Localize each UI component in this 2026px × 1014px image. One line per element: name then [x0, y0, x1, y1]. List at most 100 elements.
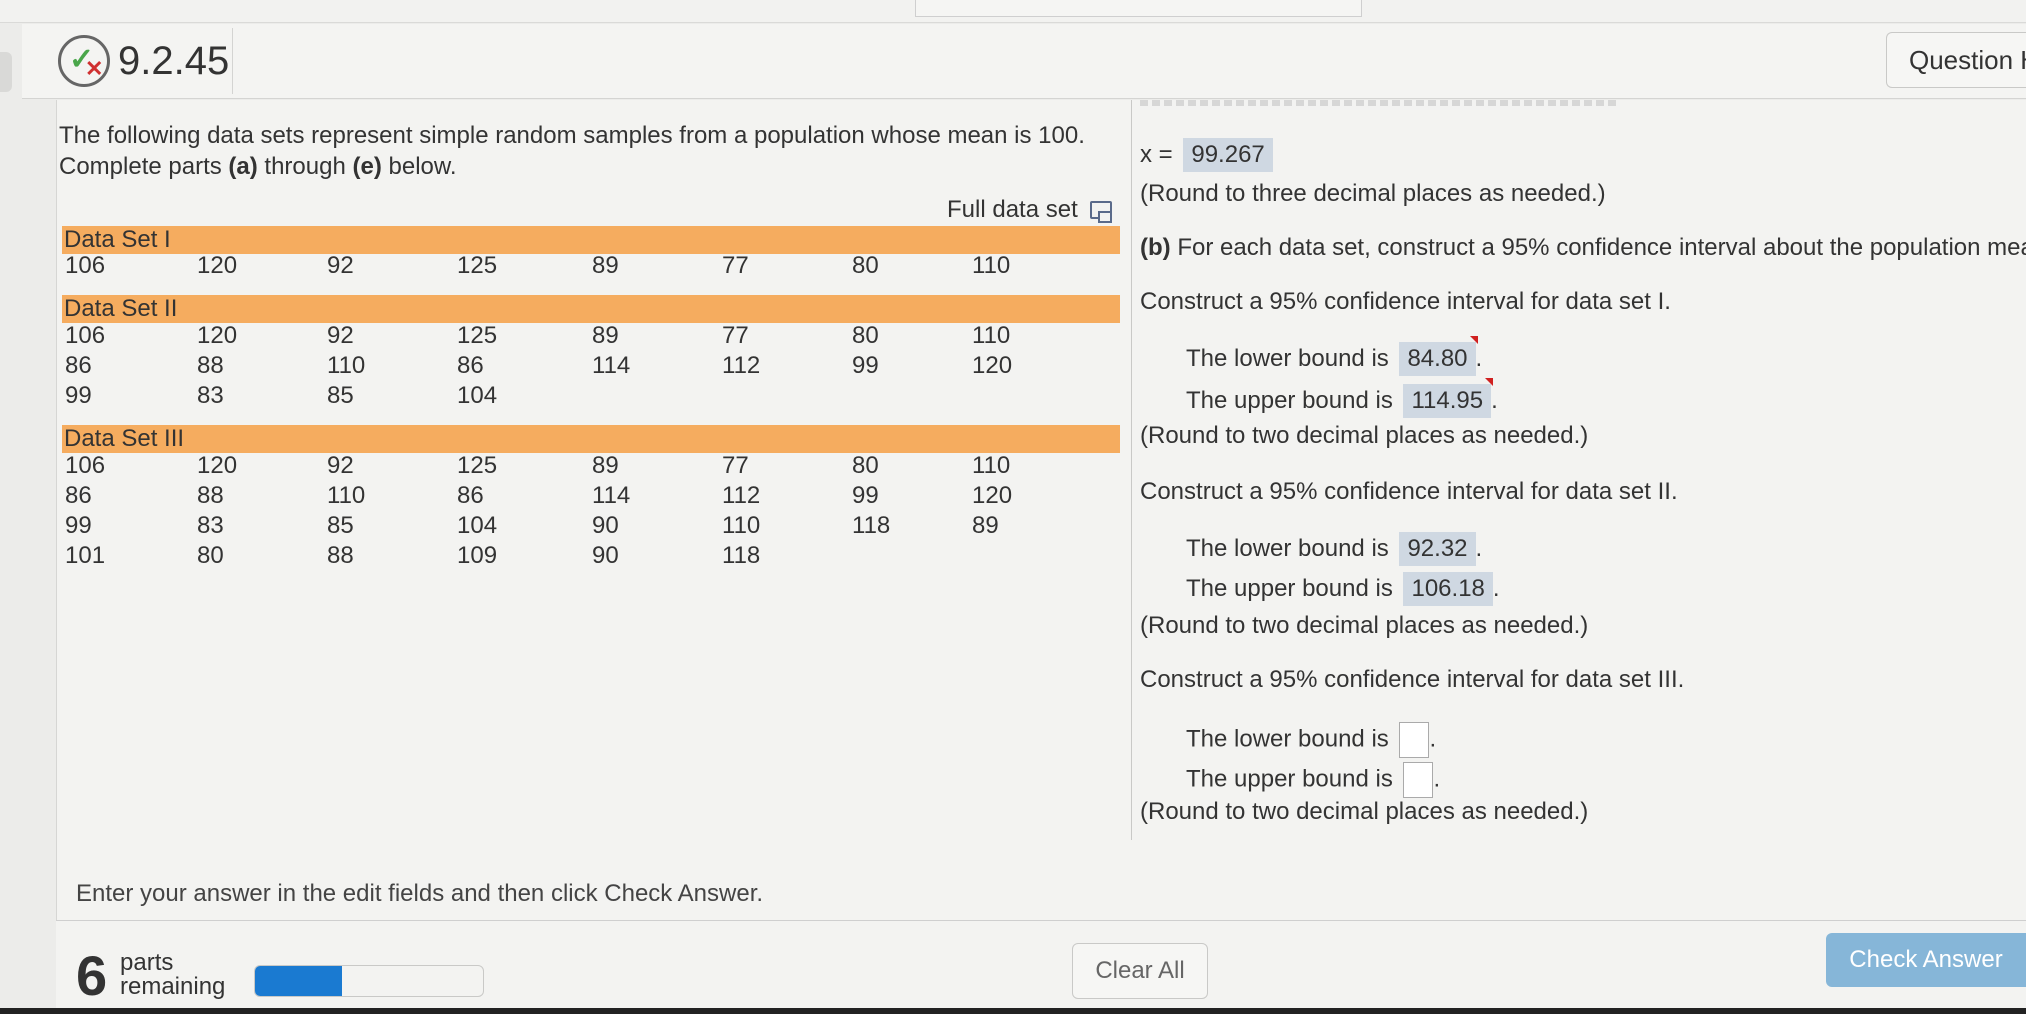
- panel-divider: [1131, 100, 1132, 840]
- data-value-cell: 92: [327, 452, 354, 479]
- set2-upper-row: The upper bound is 106.18.: [1186, 572, 1500, 606]
- data-value-cell: 112: [722, 482, 761, 509]
- progress-bar: [254, 965, 484, 997]
- page: ✓✕ 9.2.45 Question H The following data …: [0, 0, 2026, 1014]
- set2-lower-row: The lower bound is 92.32.: [1186, 532, 1482, 566]
- data-value-cell: 85: [327, 512, 354, 539]
- data-value-cell: 80: [852, 252, 879, 279]
- data-value-cell: 110: [327, 482, 366, 509]
- data-value-cell: 89: [592, 452, 619, 479]
- data-value-cell: 104: [457, 382, 498, 409]
- xbar-label: x =: [1140, 141, 1173, 168]
- intro-text: Complete parts: [59, 153, 229, 180]
- screen-edge: [0, 1008, 2026, 1014]
- set3-upper-row: The upper bound is .: [1186, 762, 1440, 798]
- set3-upper-input[interactable]: [1403, 762, 1434, 798]
- data-value-cell: 125: [457, 252, 498, 279]
- data-value-cell: 77: [722, 322, 749, 349]
- round-two-note-3: (Round to two decimal places as needed.): [1140, 798, 1589, 825]
- data-value-cell: 83: [197, 382, 224, 409]
- data-value-cell: 120: [197, 322, 238, 349]
- question-help-button[interactable]: Question H: [1886, 32, 2026, 88]
- data-value-cell: 118: [852, 512, 891, 539]
- xbar-answer[interactable]: 99.267: [1183, 138, 1273, 172]
- data-value-cell: 89: [592, 322, 619, 349]
- top-strip: [0, 0, 2026, 23]
- question-intro: The following data sets represent simple…: [59, 120, 1085, 182]
- construct-set-2: Construct a 95% confidence interval for …: [1140, 478, 1678, 505]
- left-collapse-handle[interactable]: [0, 52, 12, 92]
- data-value-cell: 104: [457, 512, 498, 539]
- data-value-cell: 110: [722, 512, 761, 539]
- data-value-cell: 80: [852, 452, 879, 479]
- data-value-cell: 77: [722, 452, 749, 479]
- data-value-cell: 88: [197, 352, 224, 379]
- data-value-cell: 85: [327, 382, 354, 409]
- data-value-cell: 120: [972, 482, 1013, 509]
- data-value-cell: 92: [327, 252, 354, 279]
- data-value-cell: 114: [592, 352, 631, 379]
- data-value-cell: 125: [457, 322, 498, 349]
- clear-all-button[interactable]: Clear All: [1072, 943, 1208, 999]
- data-value-cell: 80: [197, 542, 224, 569]
- progress-fill: [255, 966, 342, 996]
- data-value-cell: 110: [972, 452, 1011, 479]
- set1-upper-row: The upper bound is 114.95.: [1186, 378, 1498, 418]
- data-value-cell: 110: [972, 322, 1011, 349]
- period: .: [1491, 387, 1498, 414]
- full-data-set-label: Full data set: [947, 196, 1078, 223]
- check-answer-button[interactable]: Check Answer: [1826, 933, 2026, 987]
- data-value-cell: 99: [65, 382, 92, 409]
- data-value-cell: 89: [972, 512, 999, 539]
- lower-bound-label: The lower bound is: [1186, 345, 1389, 372]
- set3-lower-row: The lower bound is .: [1186, 722, 1436, 758]
- data-value-cell: 99: [852, 352, 879, 379]
- lower-bound-label: The lower bound is: [1186, 725, 1389, 753]
- set1-upper-answer[interactable]: 114.95: [1403, 378, 1493, 418]
- data-value-cell: 112: [722, 352, 761, 379]
- xbar-row: x = 99.267: [1140, 138, 1273, 172]
- data-value-cell: 86: [65, 482, 92, 509]
- part-b-label: (b): [1140, 234, 1171, 261]
- data-value-cell: 92: [327, 322, 354, 349]
- set2-upper-answer[interactable]: 106.18: [1403, 572, 1493, 606]
- data-value-cell: 90: [592, 512, 619, 539]
- data-value-cell: 99: [852, 482, 879, 509]
- part-b-prompt: (b) For each data set, construct a 95% c…: [1140, 234, 2026, 262]
- construct-set-3: Construct a 95% confidence interval for …: [1140, 666, 1685, 693]
- data-value-cell: 114: [592, 482, 631, 509]
- round-two-note-1: (Round to two decimal places as needed.): [1140, 422, 1589, 449]
- data-value-cell: 125: [457, 452, 498, 479]
- intro-text: below.: [381, 153, 457, 180]
- data-value-cell: 90: [592, 542, 619, 569]
- part-a-label: (a): [228, 153, 258, 180]
- data-value-cell: 101: [65, 542, 106, 569]
- question-number-box: ✓ ✕ 9.2.45: [46, 28, 233, 94]
- period: .: [1492, 575, 1500, 602]
- full-data-set-link[interactable]: Full data set: [947, 196, 1112, 224]
- data-value-cell: 88: [327, 542, 354, 569]
- intro-line-1: The following data sets represent simple…: [59, 122, 1085, 149]
- upper-bound-label: The upper bound is: [1186, 387, 1393, 414]
- parts-remaining-label: parts remaining: [120, 951, 225, 999]
- data-value-cell: 118: [722, 542, 761, 569]
- data-value-cell: 109: [457, 542, 498, 569]
- top-tab[interactable]: [915, 0, 1362, 17]
- data-set-header: Data Set III: [62, 425, 1120, 453]
- data-value-cell: 86: [65, 352, 92, 379]
- set2-lower-answer[interactable]: 92.32: [1399, 532, 1476, 566]
- data-value-cell: 77: [722, 252, 749, 279]
- data-value-cell: 120: [197, 452, 238, 479]
- set3-lower-input[interactable]: [1399, 722, 1430, 758]
- upper-bound-label: The upper bound is: [1186, 765, 1393, 793]
- upper-bound-label: The upper bound is: [1186, 575, 1393, 602]
- set1-lower-answer[interactable]: 84.80: [1399, 336, 1478, 376]
- data-value-cell: 120: [197, 252, 238, 279]
- data-value-cell: 110: [327, 352, 366, 379]
- data-value-cell: 120: [972, 352, 1013, 379]
- remaining-word: remaining: [120, 973, 226, 1000]
- data-value-cell: 106: [65, 452, 106, 479]
- popout-icon: [1089, 201, 1112, 223]
- partial-correct-icon: ✓ ✕: [58, 35, 110, 87]
- data-set-header: Data Set I: [62, 226, 1120, 254]
